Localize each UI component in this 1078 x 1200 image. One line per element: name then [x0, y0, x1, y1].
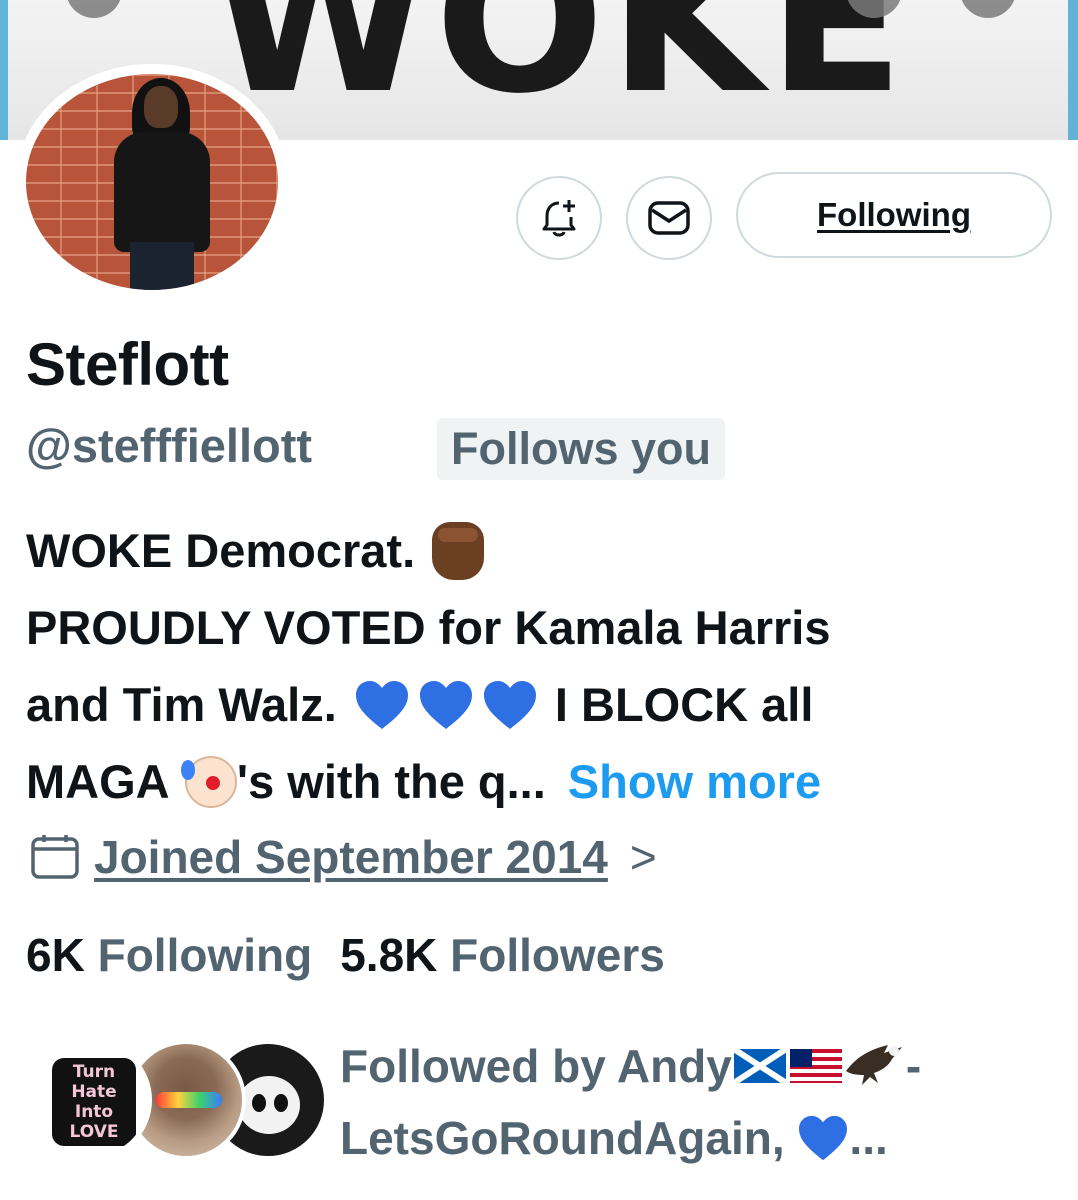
bio-line-3-end: I BLOCK all — [554, 678, 814, 731]
usa-flag-icon — [789, 1048, 842, 1083]
message-button[interactable] — [626, 176, 712, 260]
bio-line-4-end: 's with the q... — [236, 755, 546, 808]
notifications-button[interactable] — [516, 176, 602, 260]
show-more-link[interactable]: Show more — [568, 755, 821, 808]
following-stat[interactable]: 6K Following — [26, 928, 312, 982]
profile-avatar[interactable] — [16, 64, 288, 300]
banner-edge-left — [0, 0, 8, 140]
mutual-avatar-1-text: Turn Hate Into LOVE — [52, 1058, 136, 1146]
followers-stat[interactable]: 5.8K Followers — [340, 928, 665, 982]
bio-line-1: WOKE Democrat. — [26, 524, 416, 577]
raised-fist-icon — [432, 521, 485, 580]
calendar-icon — [31, 835, 79, 879]
follows-you-badge: Follows you — [437, 418, 726, 480]
followed-by-line-1-end: - — [905, 1040, 922, 1092]
following-count: 6K — [26, 929, 85, 981]
followed-by-text[interactable]: Followed by Andy - LetsGoRoundAgain, ... — [340, 1030, 1060, 1174]
blue-heart-icon — [355, 680, 408, 729]
followers-label: Followers — [450, 929, 665, 981]
profile-bio: WOKE Democrat. PROUDLY VOTED for Kamala … — [26, 512, 1066, 820]
mutual-followers-avatars[interactable]: Turn Hate Into LOVE — [32, 1040, 328, 1162]
display-name: Steflott — [26, 331, 229, 398]
bell-plus-icon — [542, 200, 576, 237]
joined-date[interactable]: Joined September 2014 > — [30, 830, 657, 884]
followed-by-line-2-end: ... — [849, 1112, 888, 1164]
joined-label: Joined September 2014 — [94, 831, 608, 883]
followers-count: 5.8K — [340, 929, 438, 981]
following-button[interactable]: Following — [736, 172, 1052, 258]
following-label: Following — [97, 929, 313, 981]
mutual-avatar-1: Turn Hate Into LOVE — [32, 1040, 152, 1160]
blue-heart-icon — [799, 1115, 848, 1160]
followed-by-line-1: Followed by Andy — [340, 1040, 732, 1092]
scotland-flag-icon — [733, 1048, 786, 1083]
avatar-photo — [26, 74, 278, 290]
bio-line-2: PROUDLY VOTED for Kamala Harris — [26, 601, 831, 654]
envelope-icon — [648, 201, 690, 235]
bio-line-3: and Tim Walz. — [26, 678, 337, 731]
blue-heart-icon — [483, 680, 536, 729]
bio-line-4: MAGA — [26, 755, 168, 808]
follow-stats: 6K Following 5.8K Followers — [26, 928, 665, 982]
blue-heart-icon — [419, 680, 472, 729]
followed-by-line-2: LetsGoRoundAgain, — [340, 1112, 785, 1164]
user-handle: @stefffiellott — [26, 419, 313, 472]
banner-edge-right — [1068, 0, 1078, 140]
chevron-right-icon: > — [629, 831, 657, 883]
eagle-icon — [845, 1044, 902, 1085]
clown-face-icon — [180, 755, 237, 808]
banner-text: WOKE — [210, 0, 909, 138]
